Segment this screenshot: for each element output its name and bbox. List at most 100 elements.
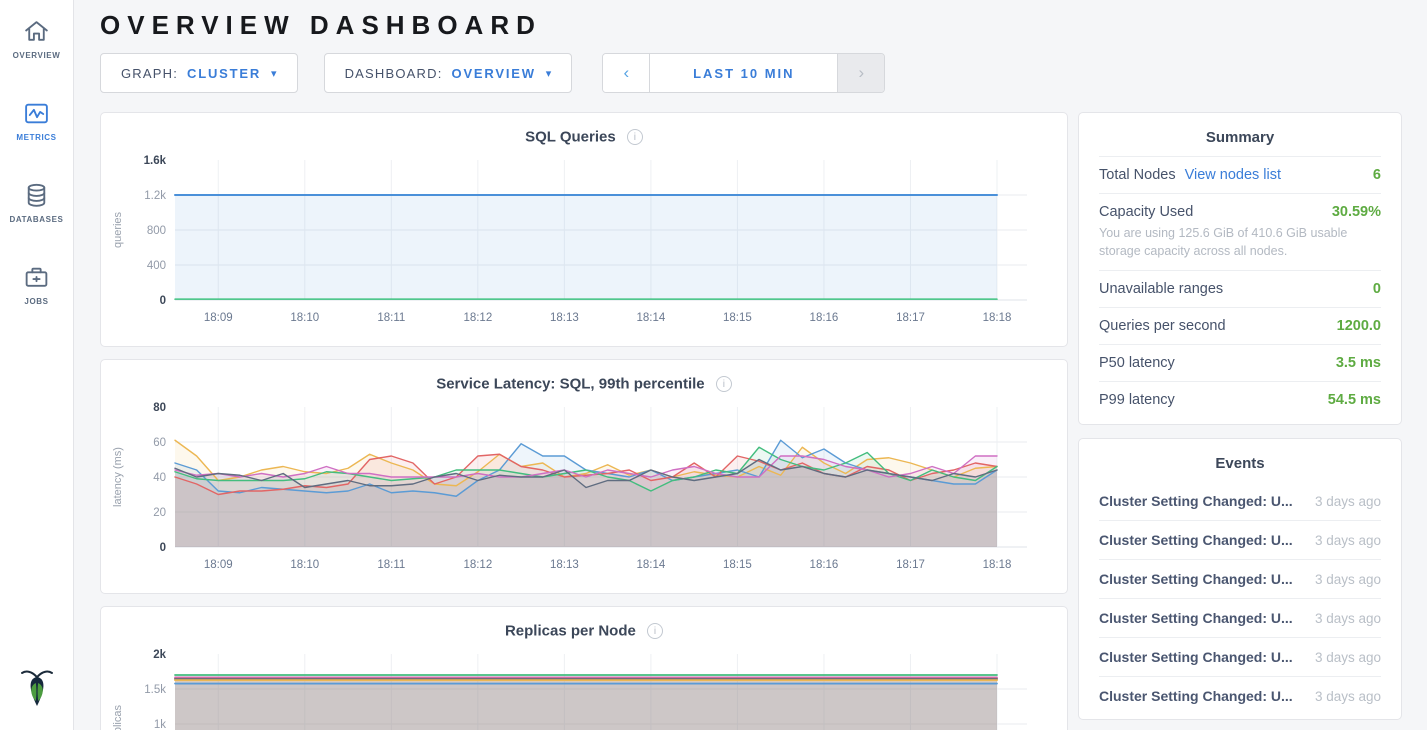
chevron-down-icon: ▾ (271, 67, 277, 80)
summary-rows: Total NodesView nodes list6Capacity Used… (1099, 156, 1381, 418)
event-row[interactable]: Cluster Setting Changed: U... 3 days ago (1099, 482, 1381, 520)
info-icon[interactable]: i (647, 623, 663, 639)
svg-text:18:17: 18:17 (896, 559, 925, 571)
svg-text:18:11: 18:11 (377, 312, 405, 324)
graph-selector-label: GRAPH: (121, 66, 178, 81)
controls-bar: GRAPH: CLUSTER ▾ DASHBOARD: OVERVIEW ▾ ‹… (100, 53, 1402, 93)
sidebar-item-label: DATABASES (10, 215, 64, 224)
summary-row-value: 54.5 ms (1328, 392, 1381, 408)
svg-text:40: 40 (153, 472, 166, 484)
svg-text:18:15: 18:15 (723, 559, 752, 571)
svg-text:800: 800 (147, 225, 166, 237)
dashboard-content: SQL Queries i 1.6k1.2k800400018:0918:101… (100, 112, 1402, 730)
graph-selector[interactable]: GRAPH: CLUSTER ▾ (100, 53, 298, 93)
database-icon (23, 182, 50, 209)
svg-text:18:14: 18:14 (637, 559, 666, 571)
event-row[interactable]: Cluster Setting Changed: U... 3 days ago (1099, 520, 1381, 559)
svg-text:2k: 2k (153, 649, 166, 661)
event-time: 3 days ago (1305, 533, 1381, 548)
page-title: OVERVIEW DASHBOARD (100, 10, 1402, 41)
svg-text:18:11: 18:11 (377, 559, 405, 571)
event-row[interactable]: Cluster Setting Changed: U...3 days ago (1099, 559, 1381, 598)
summary-row-value: 3.5 ms (1336, 355, 1381, 371)
info-icon[interactable]: i (627, 129, 643, 145)
chart-title: SQL Queries i (101, 113, 1067, 146)
svg-text:0: 0 (160, 295, 166, 307)
info-icon[interactable]: i (716, 376, 732, 392)
svg-text:18:12: 18:12 (463, 312, 492, 324)
event-text: Cluster Setting Changed: U... (1099, 493, 1293, 509)
event-row[interactable]: Cluster Setting Changed: U...3 days ago (1099, 598, 1381, 637)
svg-text:18:17: 18:17 (896, 312, 925, 324)
svg-text:18:10: 18:10 (290, 559, 319, 571)
sidebar-item-label: JOBS (24, 297, 48, 306)
chart-card-sql-queries: SQL Queries i 1.6k1.2k800400018:0918:101… (100, 112, 1068, 347)
svg-text:18:09: 18:09 (204, 312, 233, 324)
summary-row: P50 latency3.5 ms (1099, 344, 1381, 381)
svg-text:18:13: 18:13 (550, 312, 579, 324)
service-latency-chart: 80 60 40 20 0 18:09 18:10 18:11 18:12 18:13 18:14 1… (107, 397, 1059, 575)
svg-text:18:18: 18:18 (983, 559, 1012, 571)
svg-text:20: 20 (153, 507, 166, 519)
sidebar-item-jobs[interactable]: JOBS (0, 258, 73, 312)
svg-text:0: 0 (160, 542, 166, 554)
summary-row-label: Unavailable ranges (1099, 281, 1223, 297)
svg-text:1.6k: 1.6k (144, 155, 167, 167)
capacity-note: You are using 125.6 GiB of 410.6 GiB usa… (1099, 224, 1381, 260)
svg-text:18:16: 18:16 (810, 312, 839, 324)
summary-row-label: Queries per second (1099, 318, 1226, 334)
svg-text:400: 400 (147, 260, 166, 272)
chart-title: Replicas per Node i (101, 607, 1067, 640)
replicas-per-node-chart: 2k1.5k1k500018:0918:1018:1118:1218:1318:… (107, 644, 1059, 730)
time-next-button[interactable]: › (837, 54, 884, 92)
graph-selector-value: CLUSTER (187, 66, 261, 81)
svg-text:latency (ms): latency (ms) (112, 447, 124, 507)
event-time: 3 days ago (1305, 572, 1381, 587)
event-text: Cluster Setting Changed: U... (1099, 532, 1293, 548)
sidebar-item-overview[interactable]: OVERVIEW (0, 12, 73, 66)
svg-text:60: 60 (153, 437, 166, 449)
event-row[interactable]: Cluster Setting Changed: U...3 days ago (1099, 637, 1381, 676)
events-panel: Events Cluster Setting Changed: U... 3 da… (1078, 438, 1402, 720)
svg-text:18:10: 18:10 (290, 312, 319, 324)
summary-row: Queries per second 1200.0 (1099, 307, 1381, 344)
events-rows: Cluster Setting Changed: U... 3 days ago C… (1099, 482, 1381, 715)
sql-queries-chart: 1.6k 1.2k 800 400 0 18:09 18:10 18:11 18:12 18:13… (107, 150, 1059, 328)
svg-text:18:12: 18:12 (463, 559, 492, 571)
svg-text:18:09: 18:09 (204, 559, 233, 571)
summary-row: Total NodesView nodes list6 (1099, 156, 1381, 193)
cockroach-logo (0, 666, 74, 708)
main-content: OVERVIEW DASHBOARD GRAPH: CLUSTER ▾ DASH… (74, 0, 1427, 730)
chart-card-replicas-per-node: Replicas per Node i 2k1.5k1k500018:0918:… (100, 606, 1068, 730)
sidebar-item-metrics[interactable]: METRICS (0, 94, 73, 148)
metrics-icon (23, 100, 50, 127)
summary-row: Unavailable ranges 0 (1099, 270, 1381, 307)
time-range-value[interactable]: LAST 10 MIN (650, 54, 837, 92)
events-title: Events (1099, 439, 1381, 482)
view-nodes-list-link[interactable]: View nodes list (1185, 167, 1281, 183)
event-text: Cluster Setting Changed: U... (1099, 688, 1293, 704)
sidebar-item-databases[interactable]: DATABASES (0, 176, 73, 230)
summary-row-value: 1200.0 (1337, 318, 1381, 334)
svg-text:18:13: 18:13 (550, 559, 579, 571)
summary-row-label: P99 latency (1099, 392, 1175, 408)
chart-card-service-latency: Service Latency: SQL, 99th percentile i … (100, 359, 1068, 594)
summary-panel: Summary Total NodesView nodes list6Capac… (1078, 112, 1402, 425)
briefcase-icon (23, 264, 50, 291)
event-row[interactable]: Cluster Setting Changed: U... 3 days ago (1099, 676, 1381, 715)
svg-text:80: 80 (153, 402, 166, 414)
summary-row-label: Capacity Used (1099, 204, 1193, 220)
time-prev-button[interactable]: ‹ (603, 54, 650, 92)
svg-text:1.5k: 1.5k (144, 684, 166, 696)
chevron-down-icon: ▾ (546, 67, 552, 80)
svg-text:1.2k: 1.2k (144, 190, 166, 202)
summary-row-label: Total Nodes (1099, 167, 1176, 183)
dashboard-selector[interactable]: DASHBOARD: OVERVIEW ▾ (324, 53, 573, 93)
dashboard-selector-value: OVERVIEW (452, 66, 536, 81)
chart-title: Service Latency: SQL, 99th percentile i (101, 360, 1067, 393)
summary-row-value: 0 (1373, 281, 1381, 297)
side-column: Summary Total NodesView nodes list6Capac… (1078, 112, 1402, 730)
sidebar-item-label: METRICS (16, 133, 56, 142)
event-time: 3 days ago (1305, 689, 1381, 704)
event-time: 3 days ago (1305, 494, 1381, 509)
